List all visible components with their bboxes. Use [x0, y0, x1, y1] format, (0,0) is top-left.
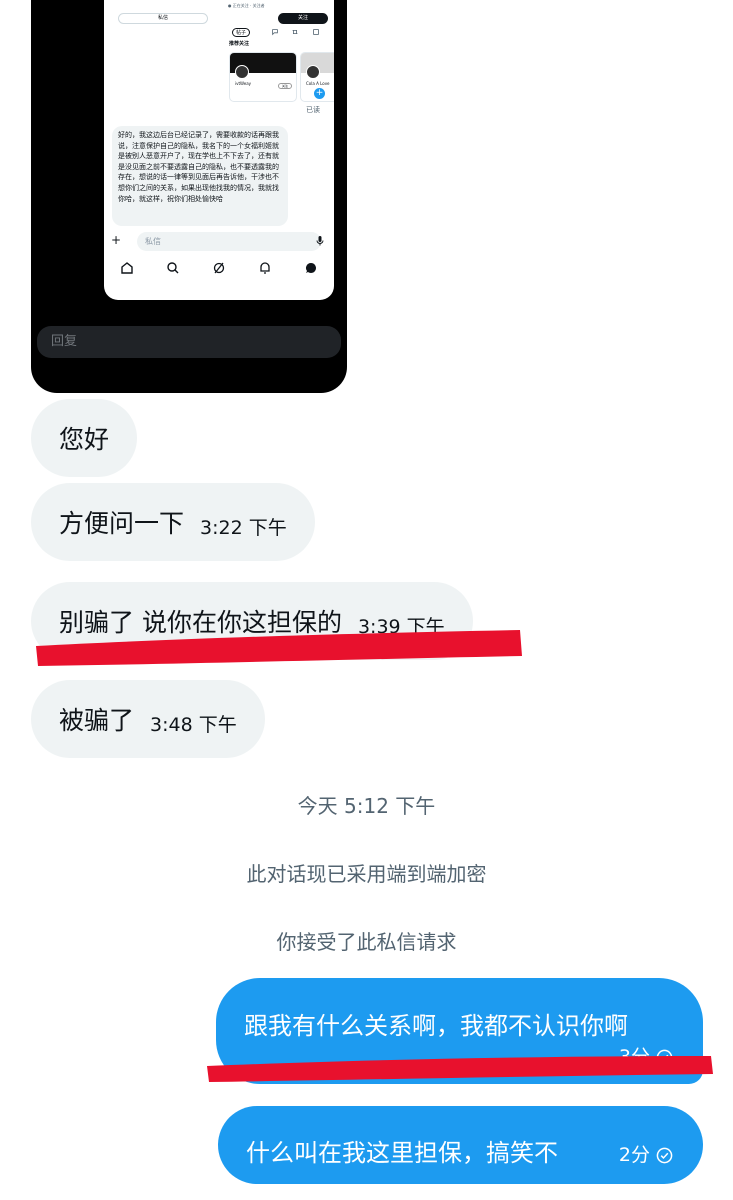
card-follow-button: 关注 [278, 83, 292, 89]
encryption-notice: 此对话现已采用端到端加密 [246, 862, 487, 886]
red-underline-annotation [36, 630, 522, 666]
message-meta: 2分 [619, 1140, 673, 1167]
incoming-message-bubble[interactable]: 被骗了 3:48 下午 [31, 680, 265, 758]
compose-fab-plus-icon: + [314, 88, 325, 99]
home-icon [121, 262, 133, 274]
message-text: 什么叫在我这里担保，搞笑不 [246, 1139, 558, 1167]
avatar [306, 65, 320, 79]
profile-follow-stats: ● 正在关注 · 关注者 [228, 3, 265, 8]
message-timestamp: 3:48 下午 [150, 713, 237, 736]
delivered-check-icon [656, 1147, 673, 1164]
message-text: 被骗了 [59, 706, 135, 735]
message-timestamp: 2分 [618, 1144, 650, 1166]
media-icon [313, 29, 319, 35]
message-timestamp: 3:22 下午 [200, 516, 287, 539]
screenshot-inner-screen: ● 正在关注 · 关注者 私信 关注 帖子 推荐关注 ivtWeay 关注 Co… [104, 0, 334, 300]
recommended-card: ivtWeay 关注 [229, 52, 297, 102]
received-message-bubble: 好的，我这边后台已经记录了，需要收款的话再跟我说，注意保护自己的隐私，我名下的一… [112, 126, 288, 226]
notifications-icon [260, 262, 270, 274]
tab-posts: 帖子 [232, 28, 251, 37]
card-name: Cola A Love [306, 81, 330, 86]
repost-icon [292, 30, 298, 34]
red-underline-annotation [207, 1056, 713, 1082]
outgoing-message-bubble[interactable]: 什么叫在我这里担保，搞笑不 2分 [218, 1106, 703, 1184]
request-accepted-notice: 你接受了此私信请求 [276, 930, 457, 954]
card-name: ivtWeay [235, 81, 252, 86]
recommended-title: 推荐关注 [229, 41, 250, 47]
grok-icon [213, 262, 225, 274]
date-separator: 今天 5:12 下午 [297, 794, 436, 818]
message-text: 跟我有什么关系啊，我都不认识你啊 [244, 1012, 628, 1040]
plus-icon: + [111, 233, 122, 247]
read-receipt: 已读 [306, 106, 320, 114]
attached-screenshot-image[interactable]: ● 正在关注 · 关注者 私信 关注 帖子 推荐关注 ivtWeay 关注 Co… [31, 0, 347, 393]
microphone-icon [316, 236, 324, 246]
reply-icon [272, 29, 278, 36]
dm-compose-field: 私信 [137, 232, 321, 251]
incoming-message-bubble[interactable]: 方便问一下 3:22 下午 [31, 483, 315, 561]
message-text: 您好 [59, 425, 110, 454]
search-icon [167, 262, 179, 274]
avatar [235, 65, 249, 79]
incoming-message-bubble[interactable]: 您好 [31, 399, 138, 477]
message-button: 私信 [118, 13, 208, 24]
messages-icon [306, 263, 316, 273]
message-text: 方便问一下 [59, 509, 185, 538]
reply-field: 回复 [37, 326, 341, 358]
follow-button: 关注 [278, 13, 328, 24]
